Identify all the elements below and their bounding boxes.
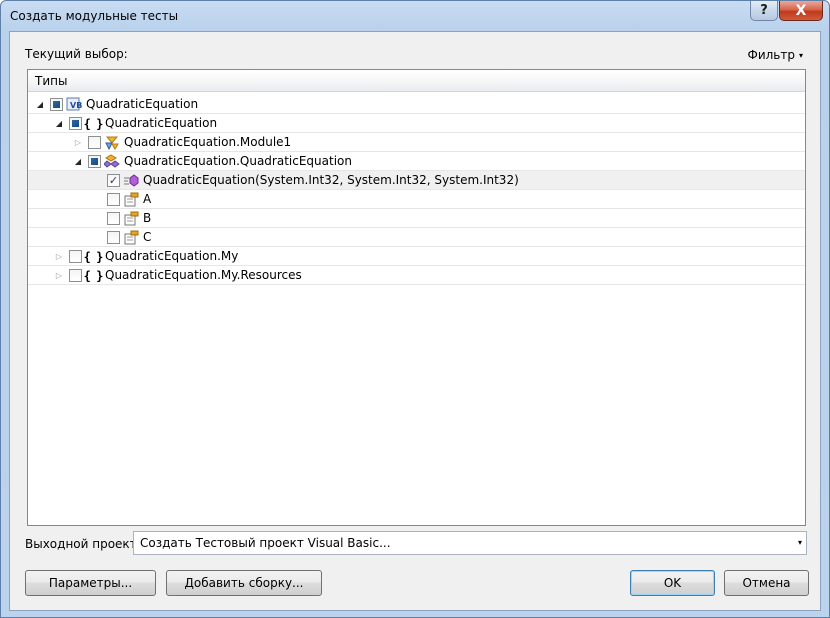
tree-row-checkbox[interactable]	[107, 231, 120, 244]
tree-row[interactable]: ▷ { } QuadraticEquation.My	[28, 247, 805, 266]
class-icon	[104, 154, 120, 169]
method-icon	[123, 173, 139, 188]
expand-arrow-closed-icon[interactable]: ▷	[54, 251, 64, 261]
tree-row-checkbox[interactable]	[69, 117, 82, 130]
tree-row[interactable]: ◢ { } QuadraticEquation	[28, 114, 805, 133]
tree-row-label: QuadraticEquation.My	[105, 249, 239, 263]
tree-rows: ◢ VB QuadraticEquation ◢{ } QuadraticEquatio…	[28, 95, 805, 285]
tree-row-label: QuadraticEquation	[86, 97, 199, 111]
ok-button[interactable]: OK	[630, 570, 715, 596]
filter-label: Фильтр	[747, 48, 795, 62]
tree-row-checkbox[interactable]	[107, 212, 120, 225]
window-title: Создать модульные тесты	[10, 9, 179, 23]
module-icon	[104, 135, 120, 150]
expand-arrow-closed-icon[interactable]: ▷	[73, 137, 83, 147]
property-icon	[123, 192, 139, 207]
dialog-client-area: Текущий выбор: Фильтр ▾ Типы ◢ VB Quadrati…	[9, 31, 821, 611]
help-button[interactable]: ?	[750, 1, 778, 21]
output-project-label: Выходной проект:	[25, 537, 141, 551]
property-icon	[123, 230, 139, 245]
tree-row[interactable]: ◢ VB QuadraticEquation	[28, 95, 805, 114]
expand-arrow-open-icon[interactable]: ◢	[54, 118, 64, 128]
tree-row-label: B	[143, 211, 152, 225]
title-bar[interactable]: Создать модульные тесты ? X	[1, 1, 829, 31]
tree-row-label: QuadraticEquation.QuadraticEquation	[124, 154, 352, 168]
tree-row-label: QuadraticEquation	[105, 116, 218, 130]
tree-column-header: Типы	[28, 70, 805, 92]
tree-row-label: QuadraticEquation.My.Resources	[105, 268, 302, 282]
add-assembly-button[interactable]: Добавить сборку...	[166, 570, 322, 596]
tree-row-checkbox[interactable]	[69, 269, 82, 282]
cancel-button[interactable]: Отмена	[724, 570, 809, 596]
tree-row[interactable]: C	[28, 228, 805, 247]
tree-row-checkbox[interactable]	[107, 193, 120, 206]
namespace-icon: { }	[83, 249, 104, 264]
dialog-window: Создать модульные тесты ? X Текущий выбо…	[0, 0, 830, 618]
tree-row-checkbox[interactable]	[69, 250, 82, 263]
tree-row-label: C	[143, 230, 152, 244]
tree-row-label: A	[143, 192, 152, 206]
tree-row[interactable]: ✓ QuadraticEquation(System.Int32, System.…	[28, 171, 805, 190]
vb-project-icon: VB	[66, 97, 82, 112]
tree-row-label: QuadraticEquation.Module1	[124, 135, 292, 149]
tree-row-checkbox[interactable]	[50, 98, 63, 111]
parameters-button[interactable]: Параметры...	[25, 570, 156, 596]
close-button[interactable]: X	[779, 1, 823, 21]
tree-row-checkbox[interactable]	[88, 155, 101, 168]
current-selection-label: Текущий выбор:	[25, 47, 128, 61]
chevron-down-icon: ▾	[797, 538, 802, 547]
tree-row[interactable]: A	[28, 190, 805, 209]
chevron-down-icon: ▾	[798, 50, 803, 60]
expand-arrow-closed-icon[interactable]: ▷	[54, 270, 64, 280]
tree-row[interactable]: ▷ QuadraticEquation.Module1	[28, 133, 805, 152]
namespace-icon: { }	[83, 116, 104, 131]
tree-row[interactable]: ◢ QuadraticEquation.QuadraticEquation	[28, 152, 805, 171]
property-icon	[123, 211, 139, 226]
output-project-select[interactable]: Создать Тестовый проект Visual Basic... …	[133, 531, 807, 555]
expand-arrow-open-icon[interactable]: ◢	[35, 99, 45, 109]
filter-dropdown[interactable]: Фильтр ▾	[748, 48, 804, 62]
tree-row[interactable]: B	[28, 209, 805, 228]
tree-row-checkbox[interactable]: ✓	[107, 174, 120, 187]
expand-arrow-open-icon[interactable]: ◢	[73, 156, 83, 166]
namespace-icon: { }	[83, 268, 104, 283]
svg-text:VB: VB	[70, 101, 82, 110]
output-project-value: Создать Тестовый проект Visual Basic...	[140, 536, 391, 550]
tree-row[interactable]: ▷ { } QuadraticEquation.My.Resources	[28, 266, 805, 285]
tree-row-label: QuadraticEquation(System.Int32, System.I…	[143, 173, 519, 187]
types-tree[interactable]: Типы ◢ VB QuadraticEquation ◢{ } QuadraticEq…	[27, 69, 806, 526]
tree-row-checkbox[interactable]	[88, 136, 101, 149]
